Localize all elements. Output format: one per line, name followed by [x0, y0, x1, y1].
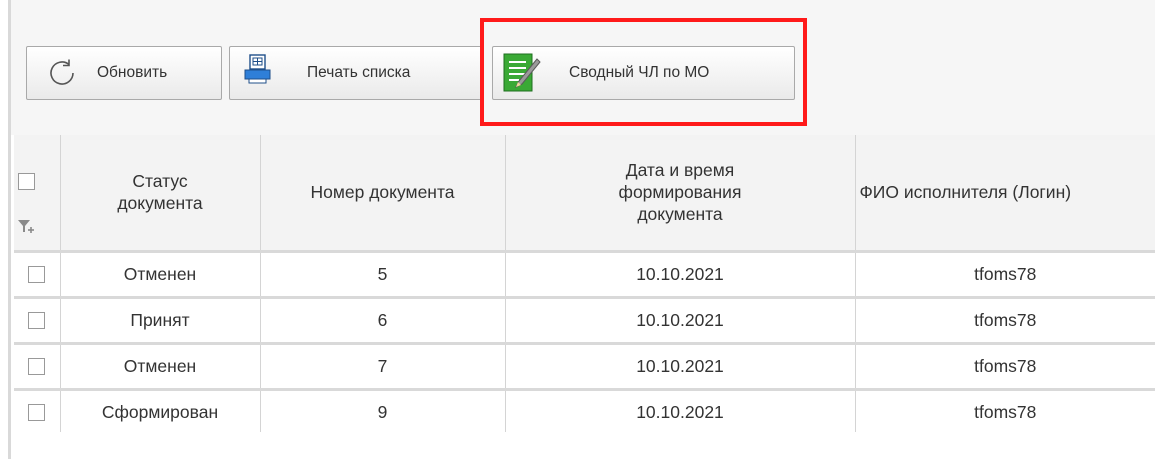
- row-select-cell: [14, 297, 61, 345]
- table-row[interactable]: Отменен 5 10.10.2021 tfoms78: [14, 251, 1155, 299]
- datetime-cell: 10.10.2021: [505, 251, 856, 299]
- refresh-button[interactable]: Обновить: [26, 46, 222, 100]
- number-cell: 5: [260, 251, 506, 299]
- table-row[interactable]: Принят 6 10.10.2021 tfoms78: [14, 297, 1155, 345]
- document-edit-icon: [501, 51, 541, 100]
- row-select-cell: [14, 389, 61, 437]
- row-checkbox[interactable]: [28, 312, 46, 330]
- summary-cl-by-mo-label: Сводный ЧЛ по МО: [569, 64, 710, 81]
- documents-table: Статус документа Номер документа Дата и …: [14, 135, 1155, 437]
- column-header-number[interactable]: Номер документа: [260, 135, 506, 253]
- table-row[interactable]: Сформирован 9 10.10.2021 tfoms78: [14, 389, 1155, 437]
- summary-cl-by-mo-button[interactable]: Сводный ЧЛ по МО: [492, 46, 795, 100]
- add-filter-icon[interactable]: [18, 217, 36, 239]
- column-header-datetime[interactable]: Дата и время формирования документа: [505, 135, 856, 253]
- row-select-cell: [14, 251, 61, 299]
- refresh-label: Обновить: [97, 64, 168, 81]
- status-cell: Принят: [60, 297, 261, 345]
- executor-cell: tfoms78: [855, 343, 1155, 391]
- status-cell: Сформирован: [60, 389, 261, 437]
- number-cell: 6: [260, 297, 506, 345]
- select-all-cell: [14, 135, 61, 253]
- toolbar: Обновить Печать списка Сводный ЧЛ по МО: [11, 0, 1155, 135]
- grid-footer: [11, 432, 1155, 459]
- executor-cell: tfoms78: [855, 389, 1155, 437]
- row-checkbox[interactable]: [28, 358, 46, 376]
- datetime-cell: 10.10.2021: [505, 343, 856, 391]
- row-select-cell: [14, 343, 61, 391]
- row-checkbox[interactable]: [28, 404, 46, 422]
- table-header-row: Статус документа Номер документа Дата и …: [14, 135, 1155, 253]
- select-all-checkbox[interactable]: [18, 173, 35, 190]
- status-cell: Отменен: [60, 251, 261, 299]
- datetime-cell: 10.10.2021: [505, 297, 856, 345]
- row-checkbox[interactable]: [28, 266, 46, 284]
- executor-cell: tfoms78: [855, 251, 1155, 299]
- documents-grid: Статус документа Номер документа Дата и …: [14, 135, 1155, 459]
- table-row[interactable]: Отменен 7 10.10.2021 tfoms78: [14, 343, 1155, 391]
- column-header-executor[interactable]: ФИО исполнителя (Логин): [855, 135, 1155, 253]
- refresh-icon: [47, 58, 77, 93]
- executor-cell: tfoms78: [855, 297, 1155, 345]
- datetime-cell: 10.10.2021: [505, 389, 856, 437]
- status-cell: Отменен: [60, 343, 261, 391]
- number-cell: 9: [260, 389, 506, 437]
- print-list-button[interactable]: Печать списка: [229, 46, 484, 100]
- print-list-label: Печать списка: [307, 64, 411, 81]
- column-header-status[interactable]: Статус документа: [60, 135, 261, 253]
- number-cell: 7: [260, 343, 506, 391]
- printer-icon: [243, 53, 273, 94]
